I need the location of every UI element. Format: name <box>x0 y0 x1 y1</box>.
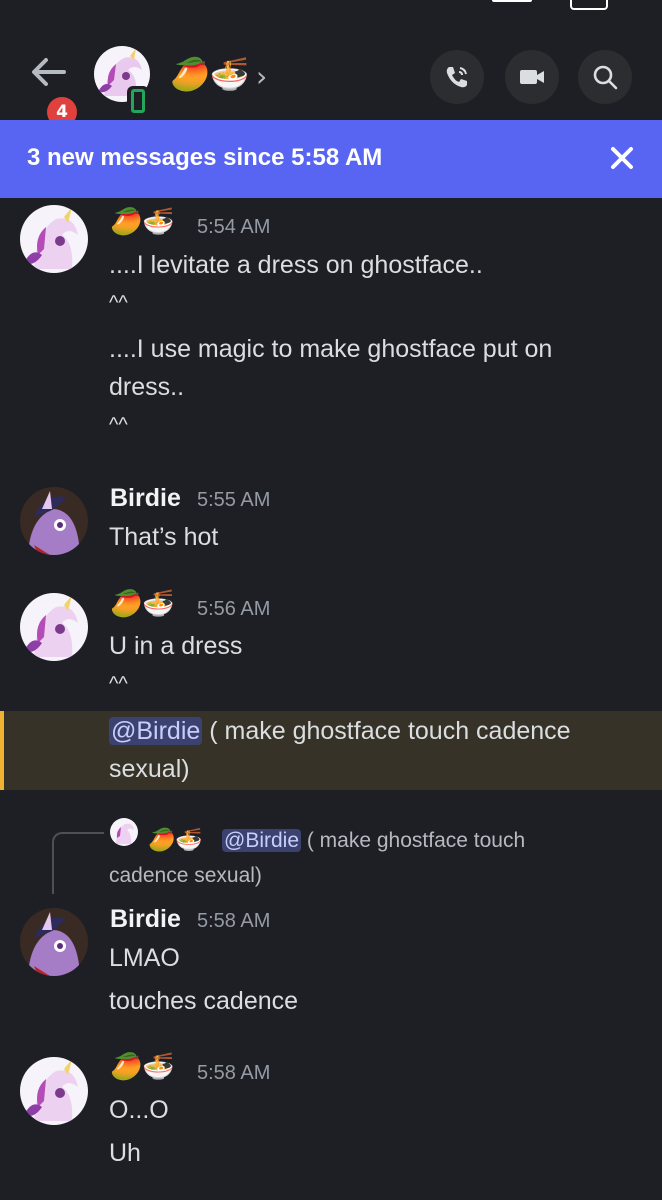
mobile-status-icon <box>127 86 149 118</box>
avatar[interactable] <box>20 593 88 661</box>
message-author[interactable]: Birdie <box>110 484 181 513</box>
message-line: sexual) <box>109 755 190 783</box>
message-line: touches cadence <box>109 987 299 1015</box>
back-button[interactable] <box>28 52 68 92</box>
reply-connector <box>52 832 104 894</box>
new-messages-text: 3 new messages since 5:58 AM <box>27 144 383 171</box>
new-messages-banner[interactable]: 3 new messages since 5:58 AM <box>0 120 662 198</box>
message-timestamp: 5:56 AM <box>197 598 271 620</box>
chat-header: 4 🥭🍜 › <box>0 14 662 130</box>
message-author[interactable]: 🥭🍜 <box>110 207 175 237</box>
message-line: ^^ <box>109 292 128 314</box>
video-call-button[interactable] <box>505 50 559 104</box>
message-line: That’s hot <box>109 523 219 551</box>
chevron-right-icon[interactable]: › <box>256 60 267 93</box>
message-line: U in a dress <box>109 632 243 660</box>
recipient-name[interactable]: 🥭🍜 <box>170 54 250 94</box>
message-timestamp: 5:58 AM <box>197 1062 271 1084</box>
message-author[interactable]: 🥭🍜 <box>110 589 175 619</box>
message-line: ^^ <box>109 673 128 695</box>
message-author[interactable]: 🥭🍜 <box>110 1052 175 1082</box>
user-mention[interactable]: @Birdie <box>222 829 302 852</box>
message-line: @Birdie ( make ghostface touch cadence <box>109 717 571 745</box>
message-line: dress.. <box>109 373 185 401</box>
message-line: ....I use magic to make ghostface put on <box>109 335 553 363</box>
avatar[interactable] <box>20 908 88 976</box>
message-line: ....I levitate a dress on ghostface.. <box>109 251 483 279</box>
message-author[interactable]: Birdie <box>110 905 181 934</box>
message-line: O...O <box>109 1096 169 1124</box>
close-icon[interactable] <box>606 142 638 174</box>
voice-call-button[interactable] <box>430 50 484 104</box>
message-line: LMAO <box>109 944 180 972</box>
reply-preview-text[interactable]: cadence sexual) <box>109 864 262 888</box>
reply-author[interactable]: 🥭🍜 <box>148 828 203 853</box>
avatar[interactable] <box>20 1057 88 1125</box>
message-line: Uh <box>109 1139 141 1167</box>
message-timestamp: 5:55 AM <box>197 489 271 511</box>
message-timestamp: 5:58 AM <box>197 910 271 932</box>
battery-icon <box>570 0 608 10</box>
signal-icon <box>492 0 532 2</box>
video-camera-icon <box>520 70 544 84</box>
reply-avatar <box>110 818 138 846</box>
reply-preview-text[interactable]: @Birdie ( make ghostface touch <box>222 829 525 853</box>
user-mention[interactable]: @Birdie <box>109 717 203 745</box>
avatar[interactable] <box>20 487 88 555</box>
search-icon <box>593 65 618 90</box>
status-bar <box>0 0 662 14</box>
avatar[interactable] <box>20 205 88 273</box>
arrow-left-icon <box>32 58 66 86</box>
message-timestamp: 5:54 AM <box>197 216 271 238</box>
search-button[interactable] <box>578 50 632 104</box>
phone-icon <box>446 67 467 88</box>
message-line: ^^ <box>109 414 128 436</box>
